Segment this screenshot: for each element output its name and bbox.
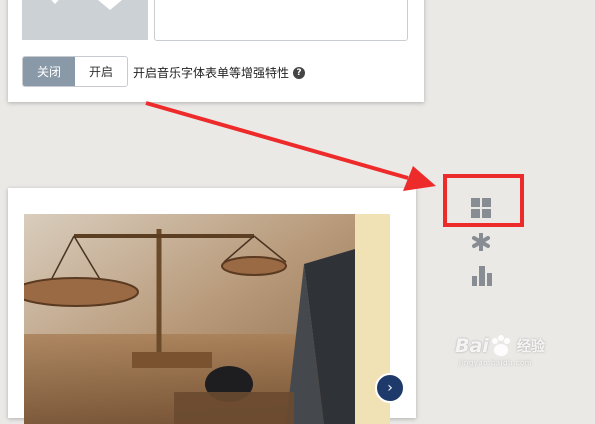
enhance-toggle[interactable]: 关闭 开启 — [22, 56, 128, 87]
toggle-on-option[interactable]: 开启 — [75, 57, 127, 86]
mountain-image-icon — [51, 0, 122, 10]
toggle-off-option[interactable]: 关闭 — [23, 57, 75, 86]
toggle-label: 开启音乐字体表单等增强特性 ? — [133, 64, 306, 81]
toggle-label-text: 开启音乐字体表单等增强特性 — [133, 66, 290, 80]
watermark-url: jingyan.baidu.com — [459, 359, 533, 367]
bar-chart-icon[interactable] — [472, 266, 492, 286]
watermark-brand: Bai — [455, 335, 489, 357]
content-card: › — [8, 188, 416, 424]
photo-illustration — [24, 214, 355, 424]
image-placeholder[interactable] — [22, 0, 148, 40]
watermark-suffix: 经验 — [516, 339, 545, 355]
paw-logo-icon — [491, 335, 510, 356]
baidu-jingyan-watermark: Bai 经验 jingyan.baidu.com — [455, 335, 545, 367]
asterisk-icon[interactable] — [472, 233, 490, 251]
chevron-right-icon: › — [387, 380, 393, 396]
description-textarea[interactable] — [154, 0, 408, 41]
annotation-highlight-box — [443, 174, 524, 227]
scales-of-justice-photo[interactable] — [24, 214, 355, 424]
settings-card: 关闭 开启 开启音乐字体表单等增强特性 ? — [8, 0, 424, 102]
question-circle-icon[interactable]: ? — [293, 66, 306, 79]
